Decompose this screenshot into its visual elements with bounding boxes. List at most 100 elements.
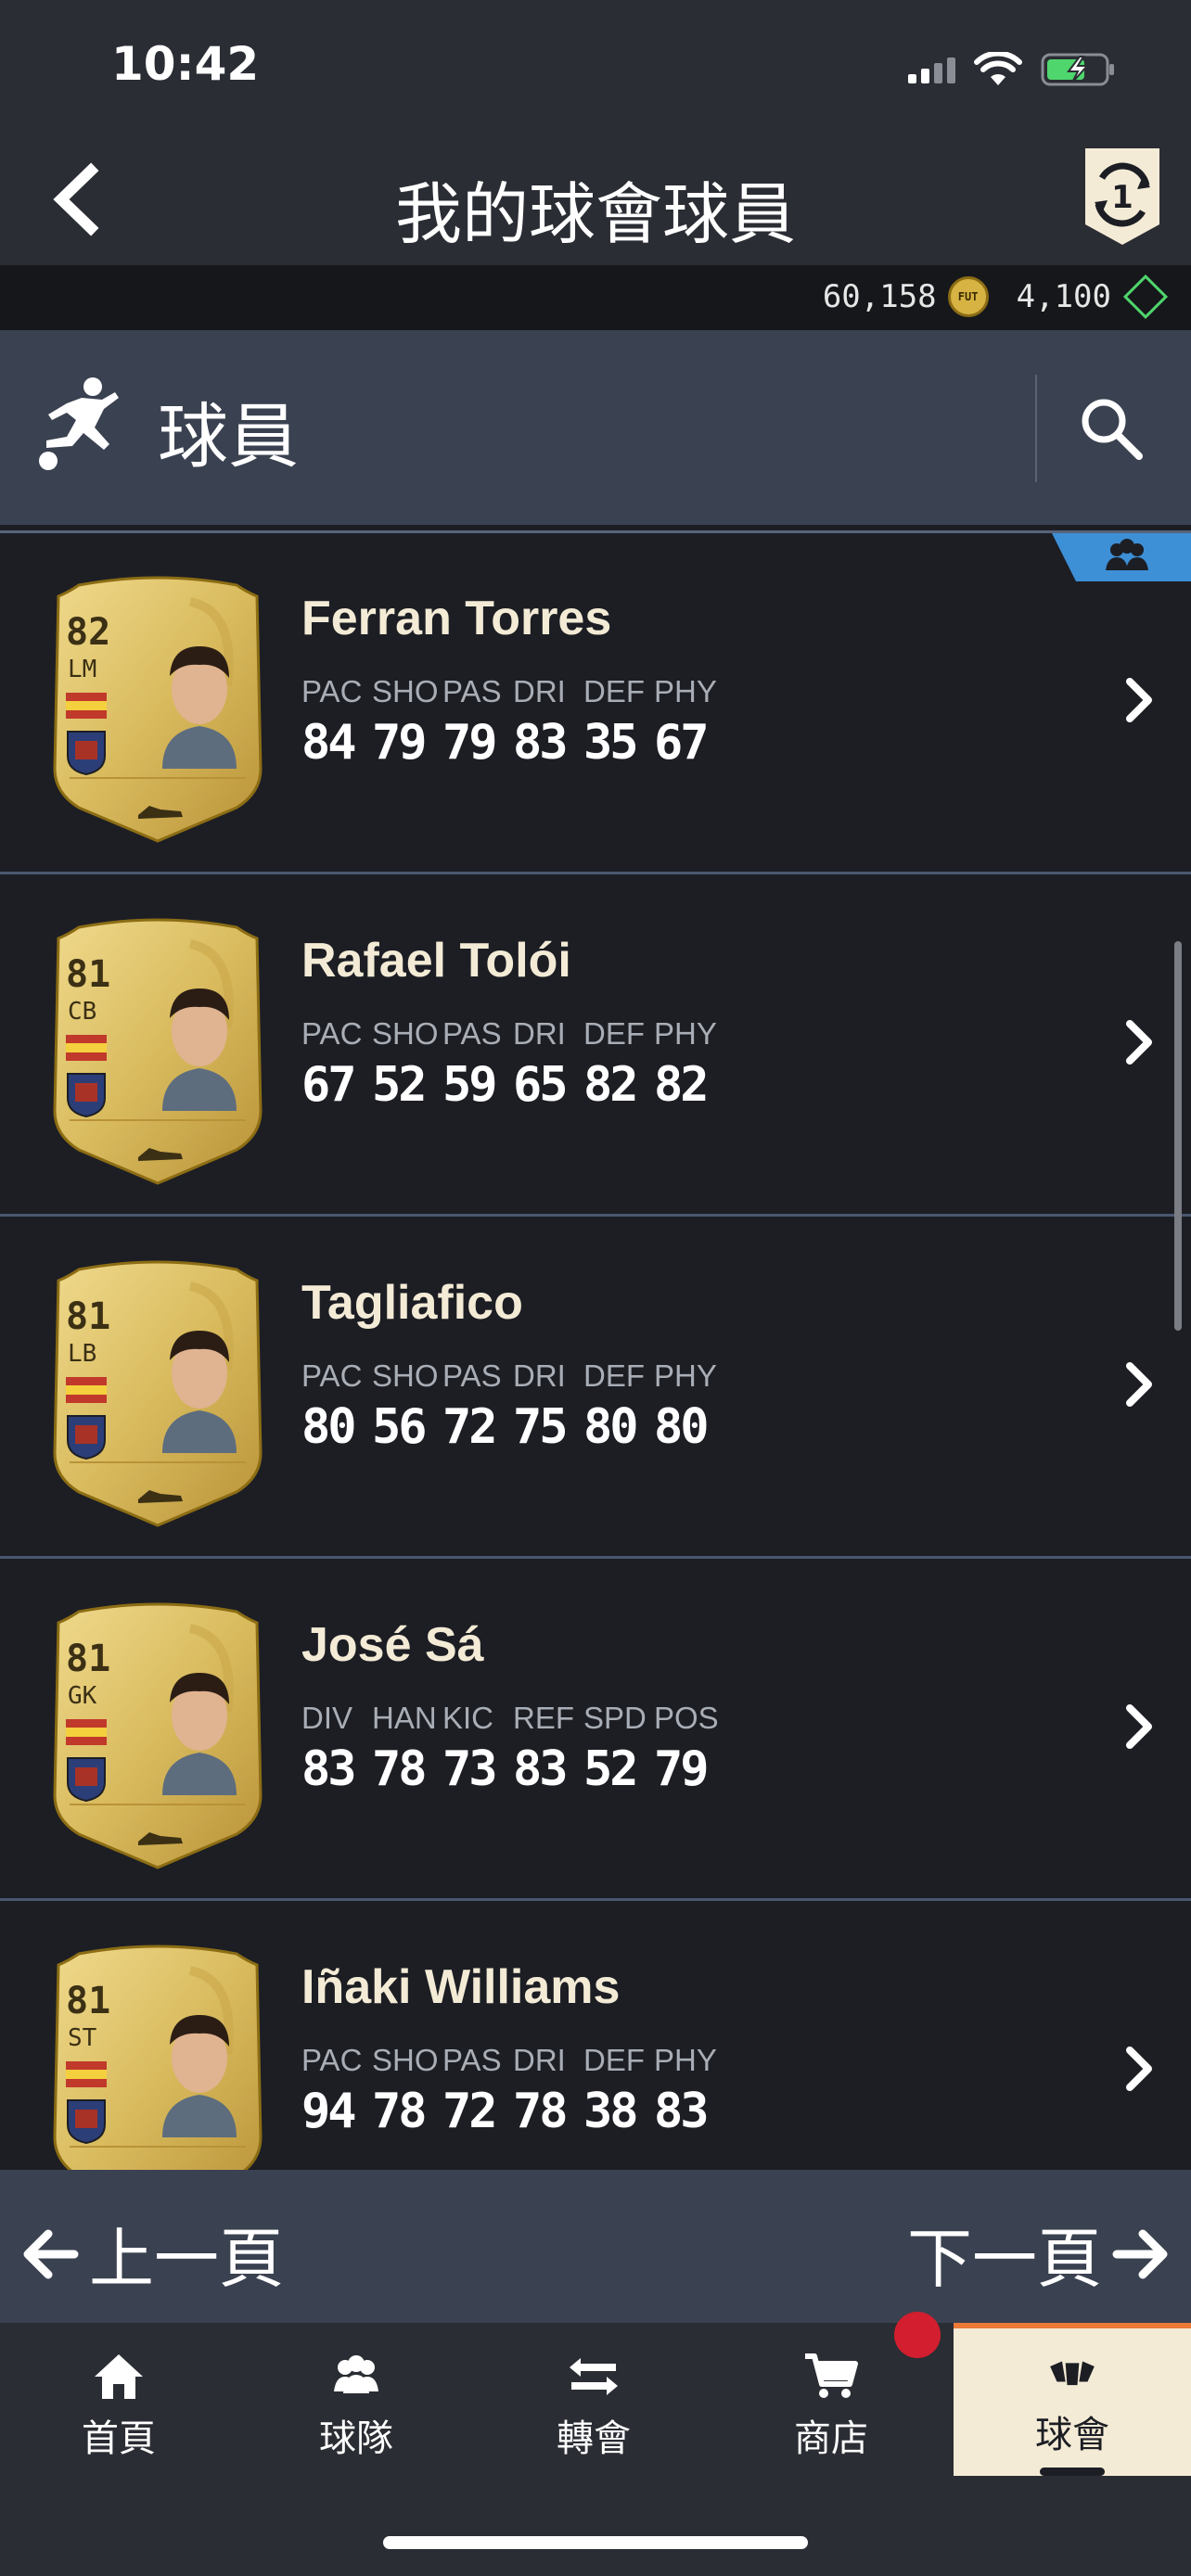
search-icon[interactable] [1076,393,1146,464]
player-list: 82 LM Ferran Torres PAC SHO PAS DRI DEF PHY 84… [0,533,1191,2170]
tab-transfers[interactable]: 轉會 [475,2323,712,2476]
transfer-icon [570,2358,618,2395]
points-balance: 4,100 [1016,278,1111,315]
stat-label: SHO [372,2043,439,2077]
chevron-right-icon[interactable] [1117,1014,1163,1070]
nation-flag-icon [66,2061,107,2087]
home-icon [95,2354,143,2399]
stat-value: 84 [301,715,357,771]
fifa-points-icon [1122,274,1169,320]
stat-label: REF [513,1701,574,1735]
player-row[interactable]: 81 ST Iñaki Williams PAC SHO PAS DRI DEF PHY 9… [0,1902,1191,2170]
chevron-right-icon[interactable] [1117,2041,1163,2097]
stat-label: DEF [583,1358,645,1393]
squad-icon [334,2355,378,2393]
club-badge-icon [67,731,106,776]
stat-value: 38 [583,2084,639,2139]
stat-value: 94 [301,2084,357,2139]
player-name: Rafael Tolói [301,934,571,988]
chevron-right-icon[interactable] [1117,1699,1163,1754]
stat-label: DRI [513,674,566,708]
currency-bar: 60,158 FUT 4,100 [0,265,1191,330]
stat-label: DRI [513,1016,566,1051]
player-card: 81 GK [51,1600,264,1869]
player-row[interactable]: 81 CB Rafael Tolói PAC SHO PAS DRI DEF PHY 67 5… [0,875,1191,1217]
player-portrait [162,1331,237,1453]
stat-label: PAC [301,674,363,708]
tab-home[interactable]: 首頁 [0,2323,237,2476]
tab-label: 球隊 [319,2417,393,2460]
player-stats: PAC SHO PAS DRI DEF PHY 67 52 59 65 82 82 [301,1016,724,1113]
stat-value: 78 [372,2084,428,2139]
stat-label: POS [654,1701,719,1735]
player-stats: PAC SHO PAS DRI DEF PHY 94 78 72 78 38 83 [301,2043,724,2139]
club-badge-icon [67,1073,106,1118]
stat-value: 52 [583,1741,639,1797]
card-position: GK [68,1682,97,1710]
chevron-right-icon[interactable] [1117,1357,1163,1412]
arrow-right-icon [1112,2229,1168,2278]
stat-value: 75 [513,1399,569,1455]
player-row[interactable]: 82 LM Ferran Torres PAC SHO PAS DRI DEF PHY 84… [0,533,1191,874]
card-position: LB [68,1340,97,1368]
stat-value: 67 [654,715,710,771]
stat-label: SHO [372,1358,439,1393]
tab-squad[interactable]: 球隊 [237,2323,475,2476]
stat-value: 78 [513,2084,569,2139]
cellular-signal-icon [908,56,955,83]
stat-value: 80 [654,1399,710,1455]
previous-page-button[interactable]: 上一頁 [20,2207,284,2301]
club-badge-icon [67,1415,106,1460]
stat-label: KIC [442,1701,494,1735]
fut-coin-icon: FUT [947,276,989,317]
player-row[interactable]: 81 GK José Sá DIV HAN KIC REF SPD POS 83 78 73 83… [0,1560,1191,1901]
player-portrait [162,2015,237,2137]
scrollbar[interactable] [1174,941,1182,1331]
nation-flag-icon [66,693,107,719]
status-icons [908,46,1117,93]
next-page-label: 下一頁 [907,2221,1102,2297]
player-row[interactable]: 81 LB Tagliafico PAC SHO PAS DRI DEF PHY 80 56 7… [0,1218,1191,1559]
card-rating: 81 [66,1980,111,2022]
player-portrait [162,646,237,769]
player-name: Ferran Torres [301,592,612,645]
tab-club[interactable]: 球會 [954,2323,1191,2476]
nation-flag-icon [66,1035,107,1061]
previous-page-label: 上一頁 [89,2221,284,2297]
player-kick-icon [39,377,119,470]
stat-label: DRI [513,1358,566,1393]
home-indicator[interactable] [383,2536,808,2549]
card-position: LM [68,656,97,683]
stat-value: 79 [372,715,428,771]
card-rating: 81 [66,1295,111,1338]
player-name: Tagliafico [301,1276,523,1330]
svg-text:1: 1 [1111,179,1133,216]
next-page-button[interactable]: 下一頁 [907,2207,1171,2301]
stat-label: DRI [513,2043,566,2077]
player-portrait [162,988,237,1111]
pagination-bar: 上一頁 下一頁 [0,2170,1191,2323]
stat-label: PAC [301,1016,363,1051]
boot-icon [138,1832,183,1845]
chevron-right-icon[interactable] [1117,672,1163,728]
club-icon [1050,2361,1095,2386]
stat-value: 79 [654,1741,710,1797]
player-card: 82 LM [51,574,264,843]
active-tab-indicator [1040,2467,1105,2476]
cart-icon [805,2353,858,2398]
status-time: 10:42 [111,37,260,91]
stat-label: PHY [654,2043,717,2077]
section-title: 球員 [158,395,299,478]
nation-flag-icon [66,1377,107,1403]
tab-label: 商店 [794,2417,868,2460]
stat-label: DIV [301,1701,353,1735]
page-title: 我的球會球員 [394,175,796,253]
stat-value: 65 [513,1057,569,1113]
card-rating: 82 [66,611,111,654]
club-badge-icon [67,2099,106,2145]
notification-dot [894,2312,941,2358]
player-stats: PAC SHO PAS DRI DEF PHY 84 79 79 83 35 67 [301,674,724,771]
stat-label: PAS [442,674,502,708]
objectives-badge-icon[interactable]: 1 [1076,141,1169,250]
boot-icon [138,1490,183,1503]
